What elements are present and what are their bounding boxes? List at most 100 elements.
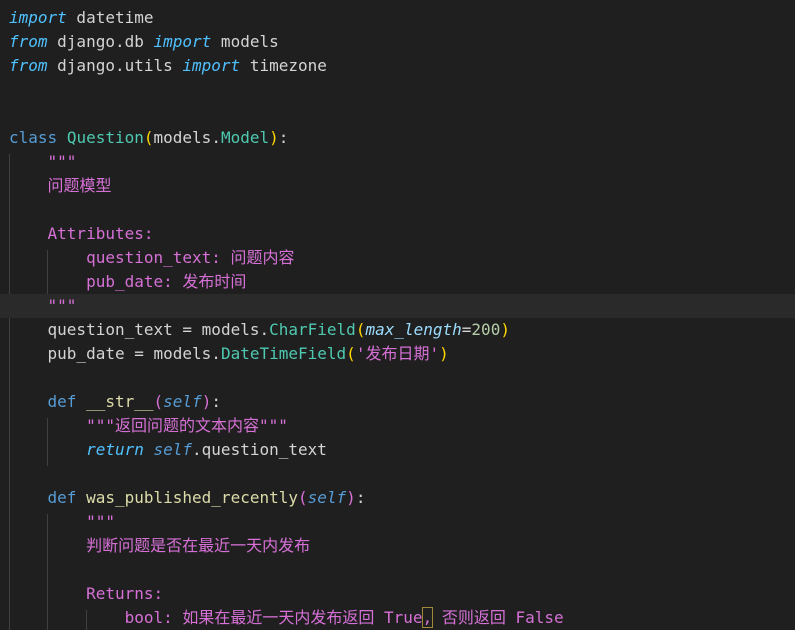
code-line[interactable]: 判断问题是否在最近一天内发布 [0,534,795,558]
code-line[interactable] [0,366,795,390]
code-text: from django.utils import timezone [9,54,327,78]
code-line[interactable] [0,198,795,222]
code-token: import [182,56,241,75]
code-token: Returns: [9,584,164,603]
code-line[interactable] [0,462,795,486]
code-token: models [153,344,212,363]
code-token: : [355,488,366,507]
code-token: 否则返回 False [432,608,564,627]
code-token: return [9,440,144,459]
code-line[interactable]: pub_date = models.DateTimeField('发布日期') [0,342,795,366]
code-text: import datetime [9,6,154,30]
code-token: = [172,320,202,339]
code-text: Returns: [9,582,163,606]
code-line[interactable]: 问题模型 [0,174,795,198]
code-token: from [9,56,48,75]
code-token: def [9,392,77,411]
code-line[interactable]: return self.question_text [0,438,795,462]
code-token: ( [355,320,366,339]
code-token: . [259,320,270,339]
code-token: DateTimeField [220,344,347,363]
code-text: question_text: 问题内容 [9,246,295,270]
code-editor[interactable]: import datetime from django.db import mod… [0,0,795,630]
code-line[interactable]: """ [0,150,795,174]
code-token: django.db [47,32,154,51]
code-line[interactable]: import datetime [0,6,795,30]
code-line[interactable]: def was_published_recently(self): [0,486,795,510]
code-token: 200 [471,320,501,339]
code-line-current[interactable]: """ [0,294,795,318]
code-token: timezone [240,56,327,75]
code-token: '发布日期' [355,344,440,363]
code-token: ) [269,128,279,147]
code-token: models [153,128,212,147]
code-token: question_text: 问题内容 [9,248,295,267]
code-text: from django.db import models [9,30,279,54]
code-line[interactable] [0,558,795,582]
code-token: ) [201,392,212,411]
code-text: """ [9,294,77,318]
code-token: pub_date [9,344,125,363]
code-text: pub_date = models.DateTimeField('发布日期') [9,342,449,366]
code-token: : [278,128,289,147]
code-token: self [153,440,193,459]
code-line[interactable]: question_text: 问题内容 [0,246,795,270]
code-text: pub_date: 发布时间 [9,270,246,294]
code-line[interactable]: """ [0,510,795,534]
code-line[interactable]: from django.db import models [0,30,795,54]
code-token: django.utils [47,56,183,75]
code-text: def was_published_recently(self): [9,486,366,510]
code-token: Question [66,128,144,147]
code-token: class [9,128,58,147]
code-line[interactable]: from django.utils import timezone [0,54,795,78]
code-token: """返回问题的文本内容""" [9,416,288,435]
code-token: import [9,8,67,27]
code-token: ) [346,488,356,507]
code-line[interactable]: Attributes: [0,222,795,246]
code-line[interactable] [0,78,795,102]
code-token: Model [220,128,270,147]
code-line[interactable]: question_text = models.CharField(max_len… [0,318,795,342]
code-line[interactable]: class Question(models.Model): [0,126,795,150]
code-token: : [211,392,221,411]
code-line[interactable]: pub_date: 发布时间 [0,270,795,294]
code-token: CharField [269,320,356,339]
code-text: 问题模型 [9,174,112,198]
code-token: from [9,32,48,51]
code-token: def [9,488,77,507]
code-text: return self.question_text [9,438,327,462]
code-line[interactable]: Returns: [0,582,795,606]
code-line[interactable]: bool: 如果在最近一天内发布返回 True, 否则返回 False [0,606,795,630]
code-token: ) [439,344,449,363]
code-token: import [153,32,212,51]
code-token: ( [143,128,154,147]
code-token: """ [9,512,115,531]
code-token: bool: 如果在最近一天内发布返回 True [9,608,423,627]
code-token: . [211,344,221,363]
code-token: was_published_recently [86,488,298,507]
code-text: 判断问题是否在最近一天内发布 [9,534,310,558]
code-token: ( [346,344,356,363]
code-token: question_text [9,320,173,339]
code-token: models [201,320,260,339]
code-token: ( [153,392,164,411]
code-text: """ [9,510,115,534]
code-token: datetime [66,8,154,27]
code-text: Attributes: [9,222,154,246]
code-text: question_text = models.CharField(max_len… [9,318,510,342]
code-token: models [211,32,279,51]
code-token: ( [298,488,308,507]
code-token: """ [9,296,77,315]
cursor-highlight-token: , [421,607,434,628]
code-text: """返回问题的文本内容""" [9,414,288,438]
code-line[interactable]: def __str__(self): [0,390,795,414]
code-token: . [211,128,221,147]
code-token: self [307,488,347,507]
code-line[interactable] [0,102,795,126]
code-token: ) [500,320,510,339]
code-line[interactable]: """返回问题的文本内容""" [0,414,795,438]
code-text: """ [9,150,77,174]
